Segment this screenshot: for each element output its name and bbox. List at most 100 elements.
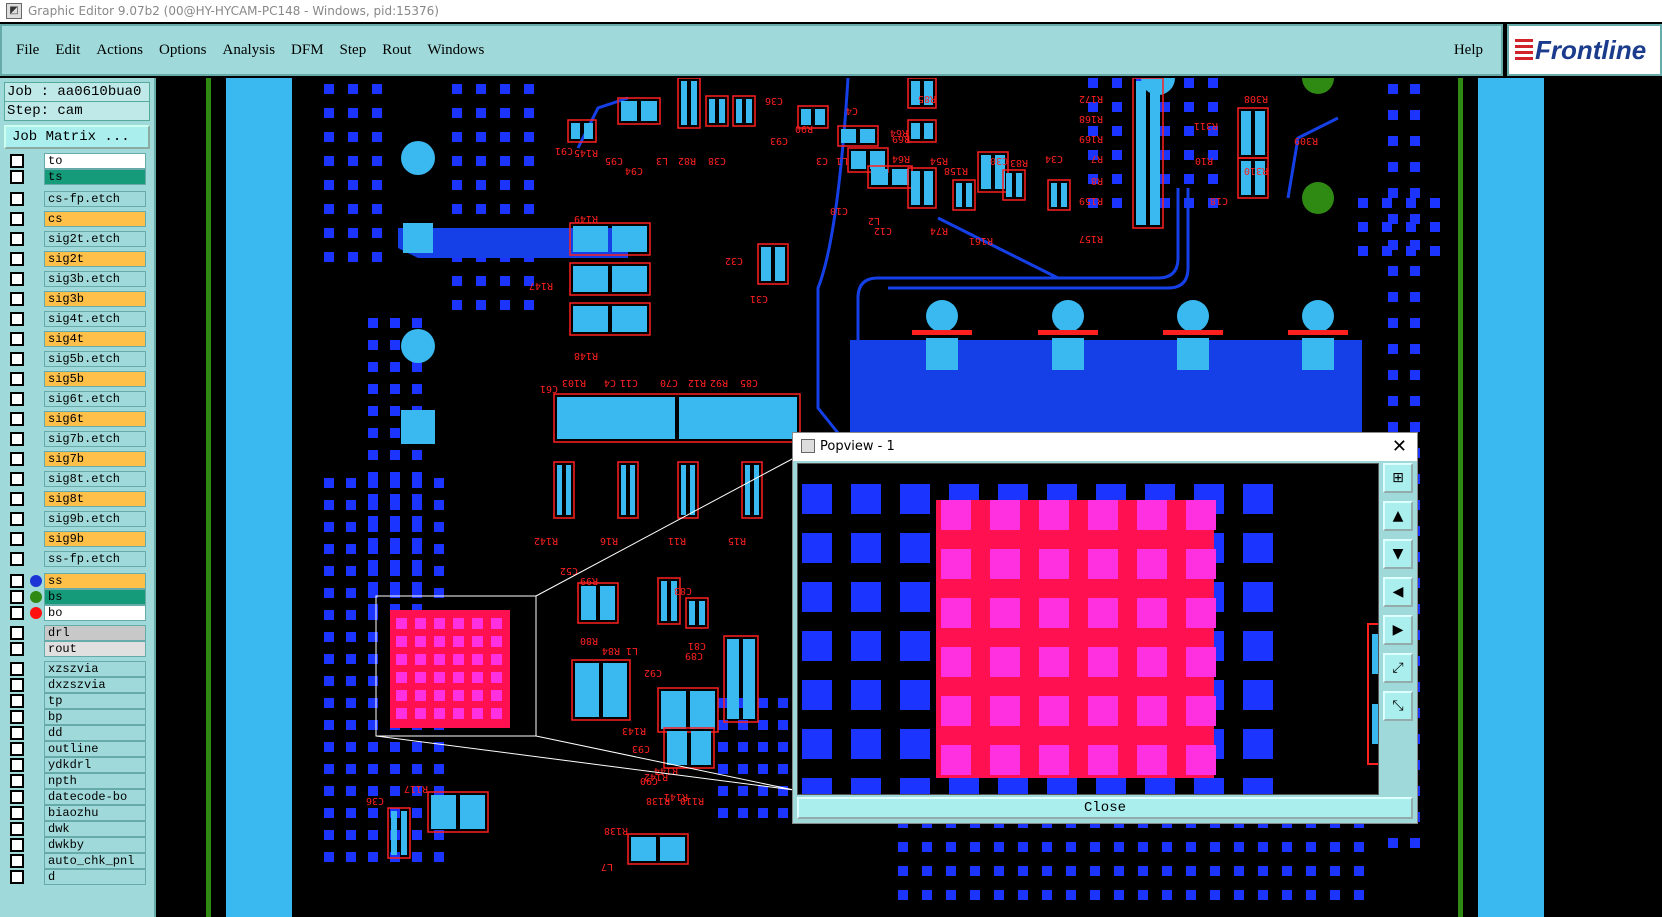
layer-row[interactable]: cs xyxy=(4,209,150,229)
menu-analysis[interactable]: Analysis xyxy=(223,42,276,59)
layer-checkbox[interactable] xyxy=(10,272,24,286)
zoom-out-icon[interactable]: ⤡ xyxy=(1383,691,1413,721)
layer-row[interactable]: sig2t.etch xyxy=(4,229,150,249)
layer-checkbox[interactable] xyxy=(10,492,24,506)
layer-name[interactable]: to xyxy=(44,153,146,169)
layer-name[interactable]: bo xyxy=(44,605,146,621)
layer-row[interactable]: to xyxy=(4,153,150,169)
menu-step[interactable]: Step xyxy=(340,42,367,59)
layer-row[interactable]: sig5b xyxy=(4,369,150,389)
layer-name[interactable]: sig8t xyxy=(44,491,146,507)
layer-name[interactable]: drl xyxy=(44,625,146,641)
layer-row[interactable]: dwk xyxy=(4,821,150,837)
layer-checkbox[interactable] xyxy=(10,710,24,724)
layer-row[interactable]: bs xyxy=(4,589,150,605)
layer-name[interactable]: auto_chk_pnl xyxy=(44,853,146,869)
layer-row[interactable]: sig9b.etch xyxy=(4,509,150,529)
layer-row[interactable]: dwkby xyxy=(4,837,150,853)
layer-name[interactable]: ss-fp.etch xyxy=(44,551,146,567)
layer-name[interactable]: sig3b xyxy=(44,291,146,307)
layer-checkbox[interactable] xyxy=(10,870,24,884)
menu-windows[interactable]: Windows xyxy=(427,42,484,59)
layer-name[interactable]: rout xyxy=(44,641,146,657)
layer-row[interactable]: sig3b xyxy=(4,289,150,309)
layer-row[interactable]: sig3b.etch xyxy=(4,269,150,289)
down-icon[interactable]: ▼ xyxy=(1383,539,1413,569)
layer-name[interactable]: dwkby xyxy=(44,837,146,853)
layer-checkbox[interactable] xyxy=(10,694,24,708)
layer-row[interactable]: tp xyxy=(4,693,150,709)
layer-row[interactable]: dd xyxy=(4,725,150,741)
layer-checkbox[interactable] xyxy=(10,154,24,168)
layer-row[interactable]: outline xyxy=(4,741,150,757)
layer-checkbox[interactable] xyxy=(10,212,24,226)
left-icon[interactable]: ◀ xyxy=(1383,577,1413,607)
layer-name[interactable]: ydkdrl xyxy=(44,757,146,773)
layer-row[interactable]: datecode-bo xyxy=(4,789,150,805)
layer-checkbox[interactable] xyxy=(10,758,24,772)
layer-name[interactable]: sig5b.etch xyxy=(44,351,146,367)
layer-checkbox[interactable] xyxy=(10,590,24,604)
menu-actions[interactable]: Actions xyxy=(96,42,143,59)
menu-rout[interactable]: Rout xyxy=(382,42,411,59)
layer-checkbox[interactable] xyxy=(10,642,24,656)
layer-name[interactable]: sig9b.etch xyxy=(44,511,146,527)
layer-checkbox[interactable] xyxy=(10,352,24,366)
layer-name[interactable]: npth xyxy=(44,773,146,789)
layer-checkbox[interactable] xyxy=(10,726,24,740)
layer-checkbox[interactable] xyxy=(10,432,24,446)
layer-name[interactable]: sig7b xyxy=(44,451,146,467)
layer-row[interactable]: ts xyxy=(4,169,150,185)
layer-name[interactable]: sig6t.etch xyxy=(44,391,146,407)
layer-checkbox[interactable] xyxy=(10,452,24,466)
layer-checkbox[interactable] xyxy=(10,626,24,640)
layer-checkbox[interactable] xyxy=(10,412,24,426)
layer-row[interactable]: sig4t xyxy=(4,329,150,349)
layer-row[interactable]: cs-fp.etch xyxy=(4,189,150,209)
layer-name[interactable]: dwk xyxy=(44,821,146,837)
layer-row[interactable]: d xyxy=(4,869,150,885)
layer-row[interactable]: ydkdrl xyxy=(4,757,150,773)
layer-checkbox[interactable] xyxy=(10,662,24,676)
layer-name[interactable]: datecode-bo xyxy=(44,789,146,805)
layer-row[interactable]: biaozhu xyxy=(4,805,150,821)
right-icon[interactable]: ▶ xyxy=(1383,615,1413,645)
layer-row[interactable]: sig6t.etch xyxy=(4,389,150,409)
layer-row[interactable]: sig8t xyxy=(4,489,150,509)
layer-name[interactable]: sig5b xyxy=(44,371,146,387)
layer-row[interactable]: sig7b xyxy=(4,449,150,469)
layer-checkbox[interactable] xyxy=(10,332,24,346)
layer-checkbox[interactable] xyxy=(10,232,24,246)
layer-name[interactable]: ss xyxy=(44,573,146,589)
layer-name[interactable]: sig2t.etch xyxy=(44,231,146,247)
layer-row[interactable]: sig8t.etch xyxy=(4,469,150,489)
layer-name[interactable]: cs xyxy=(44,211,146,227)
layer-name[interactable]: sig4t xyxy=(44,331,146,347)
layer-name[interactable]: sig7b.etch xyxy=(44,431,146,447)
up-icon[interactable]: ▲ xyxy=(1383,501,1413,531)
layer-name[interactable]: outline xyxy=(44,741,146,757)
layer-row[interactable]: npth xyxy=(4,773,150,789)
layer-checkbox[interactable] xyxy=(10,292,24,306)
layer-checkbox[interactable] xyxy=(10,312,24,326)
popview-zoom-svg[interactable] xyxy=(798,464,1378,794)
layer-row[interactable]: ss-fp.etch xyxy=(4,549,150,569)
layer-row[interactable]: sig4t.etch xyxy=(4,309,150,329)
layer-name[interactable]: dxzszvia xyxy=(44,677,146,693)
layer-row[interactable]: ss xyxy=(4,573,150,589)
layer-row[interactable]: sig9b xyxy=(4,529,150,549)
layer-name[interactable]: sig4t.etch xyxy=(44,311,146,327)
layer-row[interactable]: rout xyxy=(4,641,150,657)
layer-checkbox[interactable] xyxy=(10,512,24,526)
layer-checkbox[interactable] xyxy=(10,806,24,820)
layer-checkbox[interactable] xyxy=(10,170,24,184)
fit-icon[interactable]: ⊞ xyxy=(1383,463,1413,493)
layer-name[interactable]: cs-fp.etch xyxy=(44,191,146,207)
layer-checkbox[interactable] xyxy=(10,678,24,692)
layer-name[interactable]: bs xyxy=(44,589,146,605)
layer-checkbox[interactable] xyxy=(10,606,24,620)
layer-name[interactable]: sig6t xyxy=(44,411,146,427)
job-matrix-button[interactable]: Job Matrix ... xyxy=(4,125,150,149)
layer-row[interactable]: bp xyxy=(4,709,150,725)
layer-checkbox[interactable] xyxy=(10,552,24,566)
